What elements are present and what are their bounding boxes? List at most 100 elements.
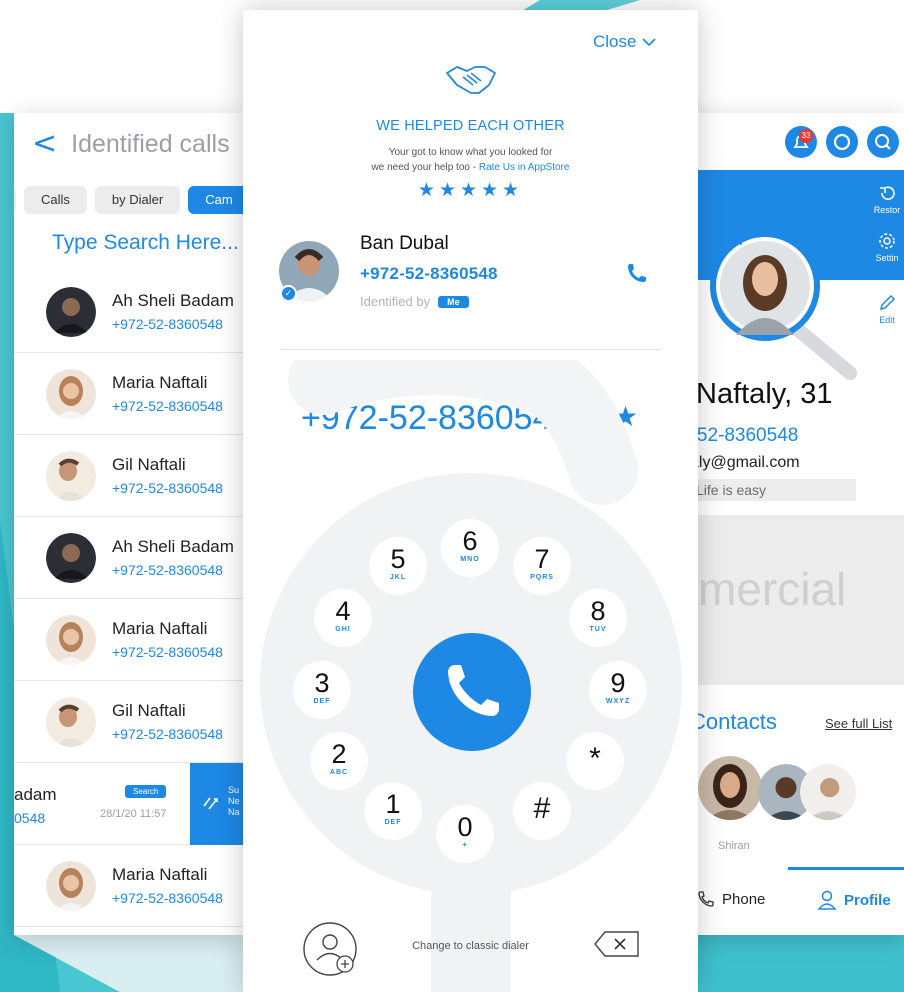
commercial-banner[interactable]: mercial <box>670 515 904 685</box>
key-digit: * <box>589 742 601 775</box>
phone-icon[interactable] <box>625 261 649 285</box>
profile-email[interactable]: aly@gmail.com <box>690 454 800 472</box>
caller-name: Ban Dubal <box>360 233 449 254</box>
divider <box>281 349 661 350</box>
search-input[interactable]: Type Search Here... <box>52 231 239 255</box>
avatar <box>46 369 96 419</box>
suggest-name-button[interactable]: Su Ne Na <box>190 763 244 845</box>
call-button[interactable] <box>413 633 531 751</box>
contact-name: Ah Sheli Badam <box>112 537 234 556</box>
action-label-3: Na <box>228 807 240 817</box>
swap-icon <box>203 797 218 810</box>
contact-avatar[interactable] <box>698 756 762 820</box>
key-6[interactable]: 6 MNO <box>441 519 499 577</box>
action-label-1: Su <box>228 785 240 795</box>
search-icon[interactable] <box>867 126 899 158</box>
close-button[interactable]: Close <box>593 32 657 52</box>
contact-avatar[interactable] <box>800 764 856 820</box>
tab-by-dialer[interactable]: by Dialer <box>94 186 181 214</box>
avatar <box>46 533 96 583</box>
key-letters: PQRS <box>530 574 554 581</box>
key-4[interactable]: 4 GHI <box>314 589 372 647</box>
contact-name: Maria Naftali <box>112 373 208 392</box>
backspace-icon[interactable] <box>593 930 641 958</box>
call-date: 28/1/20 11:57 <box>100 808 167 820</box>
notification-count: 33 <box>799 129 813 143</box>
contact-list: Ah Sheli Badam +972-52-8360548 Maria Naf… <box>14 271 244 927</box>
tab-phone[interactable]: Phone <box>696 889 765 909</box>
key-digit: 9 <box>610 668 626 698</box>
dialer-panel: Close WE HELPED EACH OTHER Your got to k… <box>243 10 698 992</box>
rating-stars[interactable]: ★★★★★ <box>243 179 698 202</box>
key-digit: 7 <box>534 544 550 574</box>
contact-phone[interactable]: +972-52-8360548 <box>112 316 223 332</box>
key-9[interactable]: 9 WXYZ <box>589 661 647 719</box>
key-letters: JKL <box>389 574 407 581</box>
key-3[interactable]: 3 DEF <box>293 661 351 719</box>
edit-label: Edit <box>879 315 895 325</box>
contact-name: Gil Naftali <box>112 455 186 474</box>
key-2[interactable]: 2 ABC <box>310 732 368 790</box>
tab-calls[interactable]: Calls <box>24 186 87 214</box>
tab-partial[interactable] <box>14 186 16 214</box>
phone-icon <box>698 891 714 907</box>
key-hash[interactable]: # <box>513 782 571 840</box>
contact-phone[interactable]: +972-52-8360548 <box>112 644 223 660</box>
restore-icon <box>880 186 895 200</box>
key-letters: DEF <box>384 819 402 826</box>
key-digit: 8 <box>590 596 606 626</box>
restore-button[interactable]: Restor <box>862 183 904 215</box>
list-item[interactable]: Ah Sheli Badam +972-52-8360548 <box>14 517 244 599</box>
phone-icon <box>448 665 499 716</box>
key-8[interactable]: 8 TUV <box>569 589 627 647</box>
sync-icon[interactable] <box>826 126 858 158</box>
key-digit: 1 <box>385 789 401 819</box>
chevron-down-icon <box>642 38 657 47</box>
contact-phone[interactable]: 0548 <box>14 810 45 826</box>
key-0[interactable]: 0 + <box>436 805 494 863</box>
key-letters: MNO <box>460 556 480 563</box>
rate-us-link[interactable]: Rate Us in AppStore <box>479 162 570 173</box>
key-digit: # <box>533 792 551 825</box>
list-item[interactable]: Maria Naftali +972-52-8360548 <box>14 599 244 681</box>
key-digit: 6 <box>462 526 478 556</box>
contact-phone[interactable]: +972-52-8360548 <box>112 398 223 414</box>
list-item[interactable]: Ah Sheli Badam +972-52-8360548 <box>14 271 244 353</box>
tab-profile-label: Profile <box>844 891 891 909</box>
status-message: Life is easy <box>696 479 856 501</box>
pencil-icon <box>879 294 896 311</box>
person-icon <box>817 890 837 910</box>
contact-phone[interactable]: +972-52-8360548 <box>112 726 223 742</box>
tab-phone-label: Phone <box>722 890 766 908</box>
settings-label: Settin <box>875 253 899 263</box>
restore-label: Restor <box>873 205 901 215</box>
key-letters: ABC <box>329 769 349 776</box>
settings-button[interactable]: Settin <box>862 231 904 263</box>
list-item[interactable]: Maria Naftali +972-52-8360548 <box>14 845 244 927</box>
key-star[interactable]: * <box>566 732 624 790</box>
page-title: Identified calls <box>71 129 230 158</box>
contact-phone[interactable]: +972-52-8360548 <box>112 480 223 496</box>
see-full-list-link[interactable]: See full List <box>825 716 892 731</box>
caller-phone[interactable]: +972-52-8360548 <box>360 264 498 284</box>
tab-campaign[interactable]: Cam <box>188 186 244 214</box>
key-7[interactable]: 7 PQRS <box>513 537 571 595</box>
key-letters: + <box>462 842 468 849</box>
contact-name: adam <box>14 785 57 804</box>
bell-icon[interactable]: 33 <box>785 126 817 158</box>
key-digit: 4 <box>335 596 351 626</box>
key-5[interactable]: 5 JKL <box>369 537 427 595</box>
list-item[interactable]: Gil Naftali +972-52-8360548 <box>14 435 244 517</box>
list-item[interactable]: Gil Naftali +972-52-8360548 <box>14 681 244 763</box>
contact-name: Gil Naftali <box>112 701 186 720</box>
identified-badge: Me <box>438 295 469 308</box>
key-1[interactable]: 1 DEF <box>364 782 422 840</box>
profile-name: Naftaly, 31 <box>696 378 833 410</box>
list-item[interactable]: Maria Naftali +972-52-8360548 <box>14 353 244 435</box>
contact-phone[interactable]: +972-52-8360548 <box>112 890 223 906</box>
chevron-left-icon[interactable]: < <box>32 129 57 159</box>
contact-phone[interactable]: +972-52-8360548 <box>112 562 223 578</box>
promo-subline-2: we need your help too - Rate Us in AppSt… <box>243 162 698 173</box>
swiped-list-item[interactable]: adam 0548 Search 28/1/20 11:57 Su Ne Na <box>14 763 244 845</box>
tab-profile[interactable]: Profile <box>816 889 891 911</box>
